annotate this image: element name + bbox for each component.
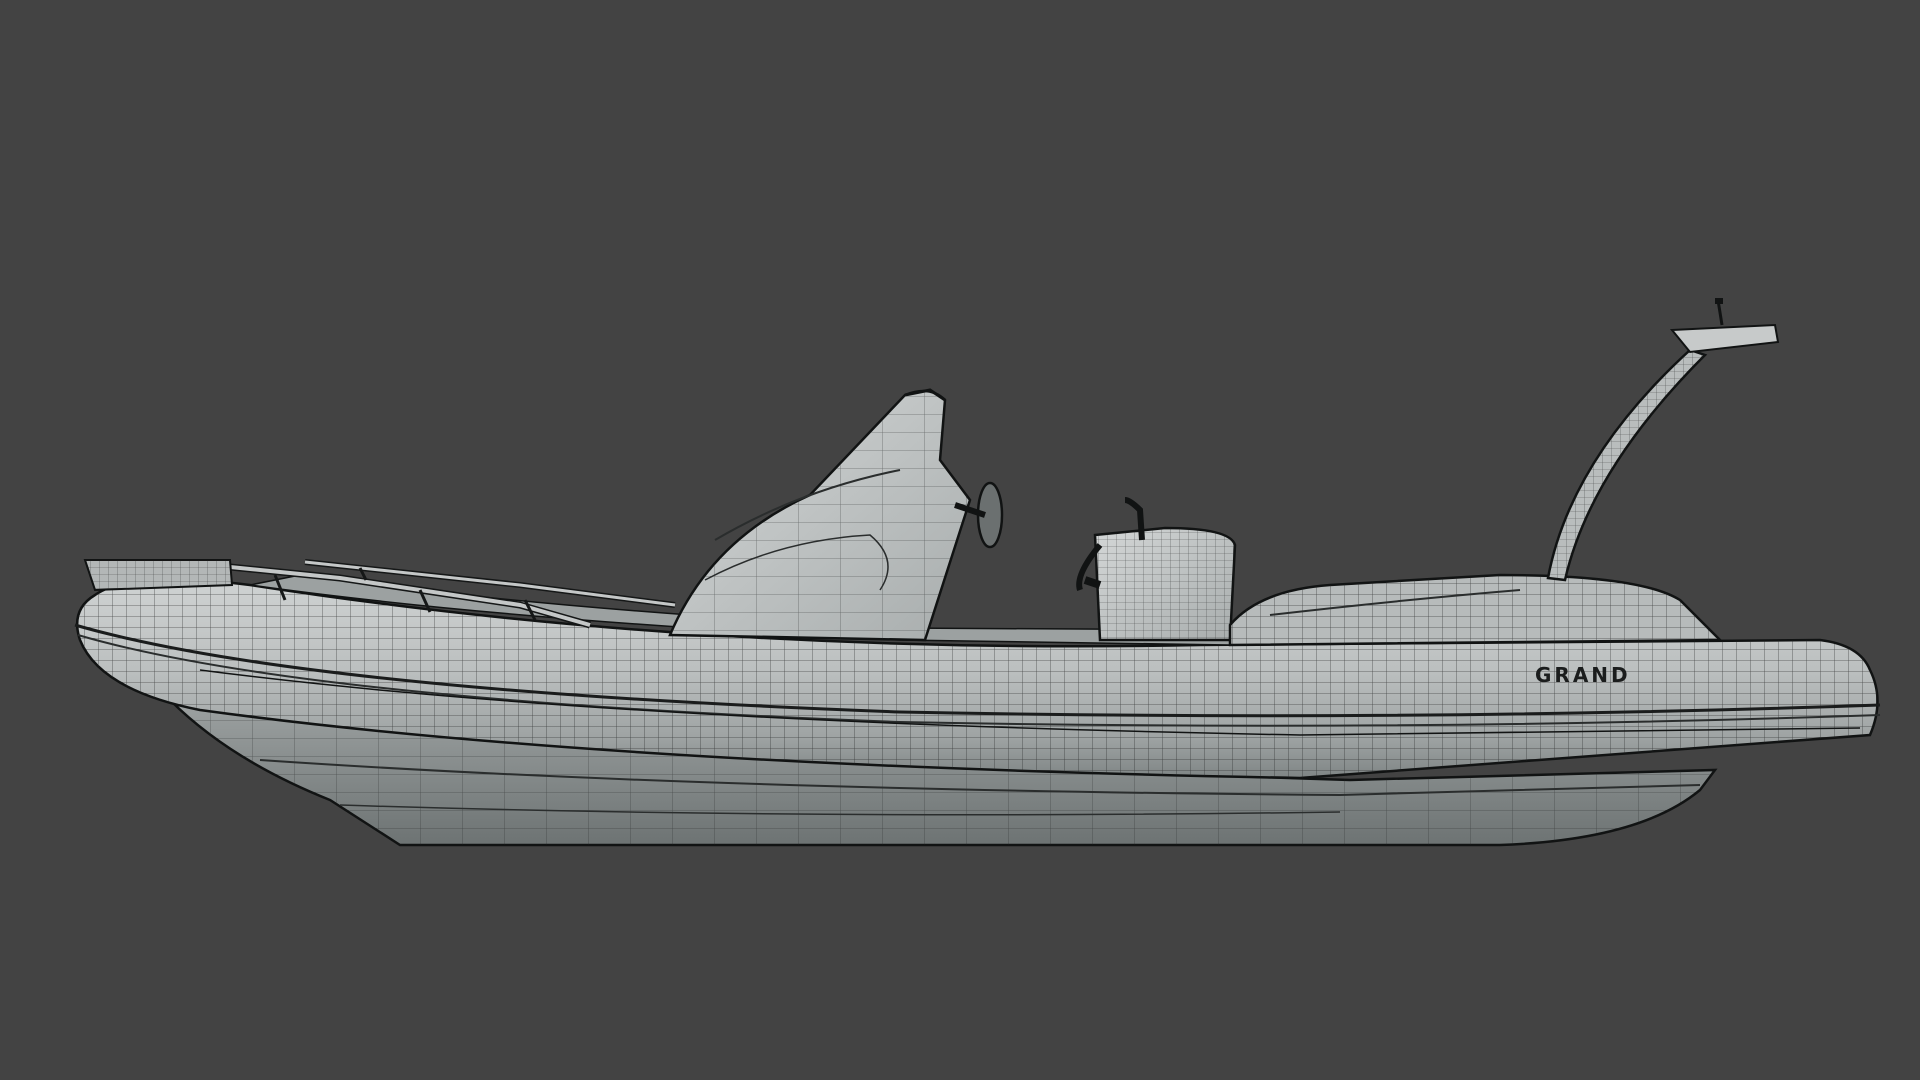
3d-viewport[interactable]: GRAND [0,0,1920,1080]
leaning-post [1076,497,1237,642]
console-windshield [668,388,1004,642]
radar-arch [1546,298,1780,582]
boat-render: GRAND [74,298,1881,847]
brand-label: GRAND [1535,663,1631,687]
bow-fitting [83,559,234,592]
stern-lounge [1228,573,1723,647]
